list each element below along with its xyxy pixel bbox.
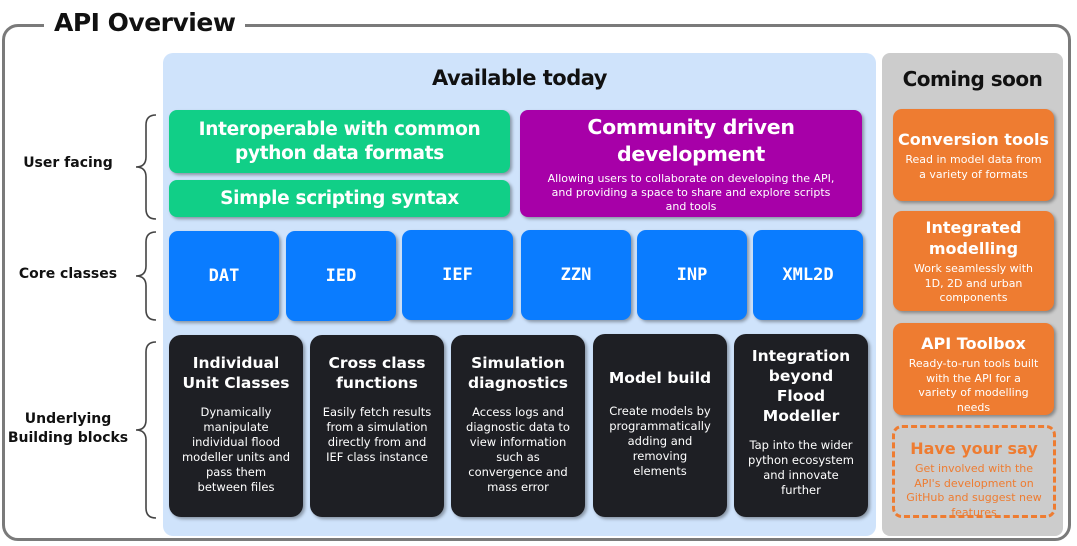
- coming-integrated-modelling: Integrated modelling Work seamlessly wit…: [893, 211, 1054, 311]
- core-class-label: INP: [676, 265, 708, 285]
- row-label-core-classes: Core classes: [18, 266, 118, 282]
- coming-item-title: Integrated modelling: [925, 218, 1022, 258]
- block-model-build: Model build Create models by programmati…: [593, 334, 727, 517]
- community-card: Community driven development Allowing us…: [520, 110, 862, 217]
- core-class-label: IED: [325, 266, 357, 286]
- core-class-label: DAT: [208, 266, 240, 286]
- block-simulation-diagnostics: Simulation diagnostics Access logs and d…: [451, 335, 585, 517]
- coming-item-title: API Toolbox: [921, 334, 1026, 353]
- row-label-building-blocks: Underlying Building blocks: [7, 411, 129, 446]
- block-title: Cross class functions: [328, 354, 426, 392]
- coming-soon-title: Coming soon: [902, 67, 1043, 91]
- core-class-label: IEF: [442, 265, 473, 285]
- block-desc: Tap into the wider python ecosystem and …: [748, 438, 854, 497]
- core-class-ied: IED: [286, 231, 396, 321]
- coming-item-title: Conversion tools: [898, 130, 1049, 149]
- have-your-say-desc: Get involved with the API's development …: [906, 462, 1042, 519]
- block-integration: Integration beyond Flood Modeller Tap in…: [734, 334, 868, 517]
- block-title: Integration beyond Flood Modeller: [751, 347, 851, 425]
- block-desc: Create models by programmatically adding…: [609, 404, 711, 478]
- coming-conversion-tools: Conversion tools Read in model data from…: [893, 109, 1054, 201]
- have-your-say-box[interactable]: Have your say Get involved with the API'…: [892, 425, 1056, 519]
- interop-card: Interoperable with common python data fo…: [169, 110, 510, 173]
- coming-item-desc: Read in model data from a variety of for…: [905, 153, 1042, 181]
- core-class-label: XML2D: [782, 265, 834, 285]
- block-title: Simulation diagnostics: [467, 354, 568, 392]
- block-cross-class-functions: Cross class functions Easily fetch resul…: [310, 335, 444, 517]
- scripting-title: Simple scripting syntax: [220, 187, 459, 209]
- community-desc: Allowing users to collaborate on develop…: [547, 171, 835, 213]
- block-individual-unit-classes: Individual Unit Classes Dynamically mani…: [169, 335, 303, 517]
- row-label-user-facing: User facing: [23, 155, 113, 171]
- brace-core-classes: [135, 231, 157, 321]
- community-title: Community driven development: [587, 114, 795, 166]
- coming-item-desc: Work seamlessly with 1D, 2D and urban co…: [914, 262, 1033, 304]
- core-class-xml2d: XML2D: [753, 230, 863, 320]
- page-title: API Overview: [44, 6, 246, 40]
- core-class-label: ZZN: [560, 265, 592, 285]
- available-today-title: Available today: [432, 66, 607, 90]
- core-class-zzn: ZZN: [521, 230, 631, 320]
- scripting-card: Simple scripting syntax: [169, 180, 510, 217]
- core-class-dat: DAT: [169, 231, 279, 321]
- coming-item-desc: Ready-to-run tools built with the API fo…: [908, 357, 1039, 414]
- coming-api-toolbox: API Toolbox Ready-to-run tools built wit…: [893, 323, 1054, 415]
- block-desc: Dynamically manipulate individual flood …: [181, 405, 291, 494]
- interop-title: Interoperable with common python data fo…: [198, 118, 481, 164]
- block-desc: Access logs and diagnostic data to view …: [466, 405, 570, 494]
- brace-building-blocks: [135, 341, 157, 519]
- block-title: Model build: [608, 369, 712, 387]
- block-desc: Easily fetch results from a simulation d…: [322, 405, 432, 464]
- core-class-ief: IEF: [402, 230, 513, 320]
- have-your-say-title: Have your say: [910, 439, 1038, 458]
- core-class-inp: INP: [637, 230, 747, 320]
- brace-user-facing: [135, 114, 157, 220]
- block-title: Individual Unit Classes: [182, 354, 290, 392]
